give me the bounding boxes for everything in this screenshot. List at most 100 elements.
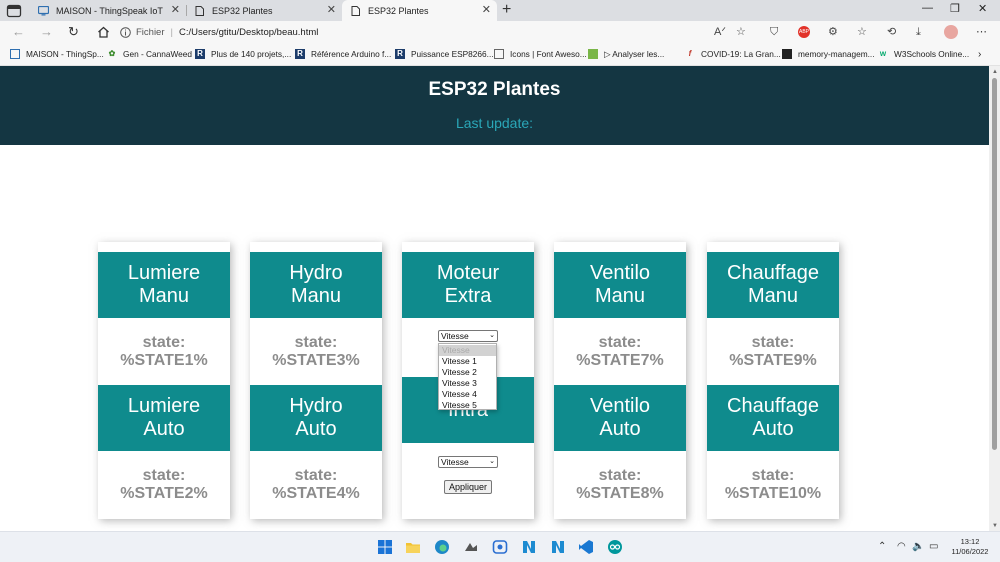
tab-bar: MAISON - ThingSpeak IoT ✕ ESP32 Plantes … (0, 0, 1000, 21)
dropdown-option[interactable]: Vitesse 4 (439, 389, 496, 400)
chevron-right-icon[interactable]: › (978, 49, 981, 60)
favorite-item[interactable]: ✿ Gen - CannaWeed (107, 49, 192, 59)
taskbar: ⌃ ◠ 🔈 ▭ 13:12 11/06/2022 (0, 531, 1000, 562)
favorite-item[interactable]: Icons | Font Aweso... (494, 49, 587, 59)
cell-title: Lumiere Manu (98, 252, 230, 318)
tab-esp32-active[interactable]: ESP32 Plantes ✕ (342, 0, 497, 21)
system-clock[interactable]: 13:12 11/06/2022 (948, 537, 992, 557)
scroll-down-icon[interactable]: ▼ (992, 523, 998, 529)
adblock-icon[interactable]: ABP (798, 26, 810, 38)
dropdown-option[interactable]: Vitesse 5 (439, 400, 496, 411)
speed-dropdown-list: Vitesse Vitesse 1 Vitesse 2 Vitesse 3 Vi… (438, 343, 497, 410)
extensions-icon[interactable]: ⚙ (828, 26, 838, 38)
more-menu-icon[interactable]: ⋯ (976, 26, 987, 38)
home-icon[interactable] (97, 26, 110, 38)
back-icon[interactable]: ← (12, 25, 25, 39)
card-chauffage: Chauffage Manu state: %STATE9% Chauffage Au… (707, 242, 839, 519)
history-icon[interactable]: ⟲ (887, 26, 896, 38)
favorite-item[interactable]: R Puissance ESP8266... (395, 49, 494, 59)
app-icon[interactable] (550, 539, 566, 555)
dropdown-option[interactable]: Vitesse 1 (439, 356, 496, 367)
monitor-icon (38, 5, 49, 15)
state-text: state: %STATE2% (120, 467, 208, 502)
state-text: state: %STATE4% (272, 467, 360, 502)
volume-icon[interactable]: 🔈 (912, 542, 924, 552)
speed-select-extra[interactable]: Vitesse ⌄ (438, 330, 498, 342)
top-nav: ESP32 Plantes Last update: (0, 66, 989, 145)
scroll-up-icon[interactable]: ▲ (992, 69, 998, 75)
leaf-icon: ✿ (108, 49, 116, 58)
favorite-item[interactable]: ▷ Analyser les... (588, 49, 664, 59)
dropdown-option[interactable]: Vitesse (439, 345, 496, 356)
close-tab-icon[interactable]: ✕ (171, 5, 180, 16)
download-icon[interactable]: ⤓ (916, 26, 921, 38)
tab-actions-icon[interactable] (6, 4, 22, 18)
badge-icon (588, 49, 598, 59)
tab-esp32-1[interactable]: ESP32 Plantes ✕ (186, 0, 342, 21)
vscode-icon[interactable] (578, 539, 594, 555)
cell-title: Chauffage Manu (707, 252, 839, 318)
refresh-icon[interactable]: ↻ (68, 25, 79, 39)
clock-date: 11/06/2022 (951, 547, 989, 556)
favorite-item[interactable]: R Plus de 140 projets,... (195, 49, 291, 59)
info-icon[interactable] (120, 27, 131, 38)
card-ventilo: Ventilo Manu state: %STATE7% Ventilo Auto s… (554, 242, 686, 519)
battery-icon[interactable]: ▭ (929, 542, 938, 552)
stack-icon (782, 49, 792, 59)
vertical-scrollbar[interactable]: ▲ ▼ (989, 66, 1000, 531)
cell-title: Hydro Auto (250, 385, 382, 451)
shield-icon[interactable]: ⛉ (770, 26, 778, 38)
url-field[interactable]: Fichier | C:/Users/gtitu/Desktop/beau.html (136, 27, 318, 38)
state-text: state: %STATE8% (576, 467, 664, 502)
favorite-item[interactable]: f COVID-19: La Gran... (685, 49, 781, 59)
minimize-icon[interactable]: — (922, 2, 933, 14)
wifi-icon[interactable]: ◠ (897, 542, 906, 552)
chevron-down-icon: ⌄ (489, 332, 495, 339)
tab-title: MAISON - ThingSpeak IoT (56, 5, 163, 16)
close-tab-icon[interactable]: ✕ (482, 5, 491, 16)
speed-select-intra[interactable]: Vitesse ⌄ (438, 456, 498, 468)
apply-button[interactable]: Appliquer (444, 480, 492, 494)
forward-icon[interactable]: → (40, 25, 53, 39)
dropdown-option[interactable]: Vitesse 3 (439, 378, 496, 389)
favorites-icon[interactable]: ☆ (857, 26, 867, 38)
favorites-bar: MAISON - ThingSp... ✿ Gen - CannaWeed R Pl… (0, 44, 1000, 66)
file-explorer-icon[interactable] (405, 539, 421, 555)
favorite-item[interactable]: memory-managem... (782, 49, 875, 59)
tab-thingspeak[interactable]: MAISON - ThingSpeak IoT ✕ (30, 0, 186, 21)
chevron-down-icon: ⌄ (489, 458, 495, 465)
close-tab-icon[interactable]: ✕ (327, 5, 336, 16)
read-aloud-icon[interactable]: Aᐟ (714, 26, 726, 38)
windows-start-icon[interactable] (377, 539, 393, 555)
arduino-icon[interactable] (607, 539, 623, 555)
state-text: state: %STATE1% (120, 334, 208, 369)
close-window-icon[interactable]: ✕ (978, 2, 987, 15)
url-text: C:/Users/gtitu/Desktop/beau.html (178, 27, 319, 38)
page-content: ESP32 Plantes Last update: Lumiere Manu s… (0, 66, 989, 531)
chevron-up-icon[interactable]: ⌃ (878, 542, 886, 552)
card-hydro: Hydro Manu state: %STATE3% Hydro Auto state… (250, 242, 382, 519)
r-logo-icon: R (295, 49, 305, 59)
url-protocol: Fichier (136, 27, 165, 38)
cell-title: Lumiere Auto (98, 385, 230, 451)
w3schools-icon: w (879, 49, 887, 58)
app-icon[interactable] (521, 539, 537, 555)
edge-browser-icon[interactable] (434, 539, 450, 555)
dropdown-option[interactable]: Vitesse 2 (439, 367, 496, 378)
page-icon (494, 49, 504, 59)
page-icon (351, 5, 360, 16)
scroll-thumb[interactable] (992, 78, 997, 450)
cell-title: Ventilo Auto (554, 385, 686, 451)
restore-icon[interactable]: ❐ (950, 2, 960, 15)
add-favorite-icon[interactable]: ☆ (736, 26, 746, 38)
profile-avatar[interactable] (944, 25, 958, 39)
favorite-item[interactable]: MAISON - ThingSp... (10, 49, 104, 59)
favorite-item[interactable]: R Référence Arduino f... (295, 49, 391, 59)
new-tab-icon[interactable]: + (502, 1, 511, 19)
cell-title: Moteur Extra (402, 252, 534, 318)
tab-title: ESP32 Plantes (368, 5, 429, 16)
state-text: state: %STATE10% (724, 467, 822, 502)
favorite-item[interactable]: w W3Schools Online... (878, 49, 969, 59)
app-icon[interactable] (463, 539, 479, 555)
app-icon[interactable] (492, 539, 508, 555)
